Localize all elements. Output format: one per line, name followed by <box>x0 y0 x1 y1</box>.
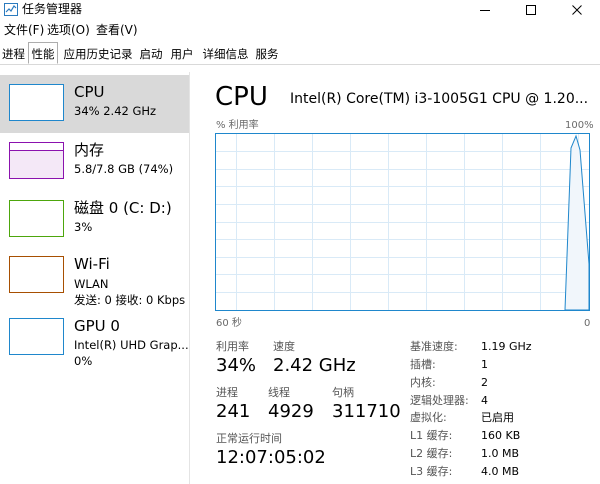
minimize-button[interactable] <box>462 0 508 20</box>
close-icon <box>572 5 582 15</box>
tab-performance[interactable]: 性能 <box>28 42 58 64</box>
sidebar-item-memory[interactable]: 内存 5.8/7.8 GB (74%) <box>0 133 189 191</box>
sidebar-item-wifi[interactable]: Wi-Fi WLAN 发送: 0 接收: 0 Kbps <box>0 247 189 307</box>
page-title: CPU <box>215 82 268 112</box>
sidebar-item-detail: 5.8/7.8 GB (74%) <box>74 162 174 176</box>
memory-thumbnail-graph <box>9 142 64 179</box>
gpu-thumbnail-graph <box>9 318 64 355</box>
handles-value: 311710 <box>332 401 401 422</box>
speed-value: 2.42 GHz <box>273 355 356 376</box>
utilization-label: 利用率 <box>216 340 249 353</box>
cpu-thumbnail-graph <box>9 84 64 121</box>
spec-label-sockets: 插槽: <box>410 358 436 371</box>
tab-users[interactable]: 用户 <box>168 45 196 63</box>
menu-file[interactable]: 文件(F) <box>4 22 44 38</box>
spec-value-cores: 2 <box>481 376 488 389</box>
graph-y-label: % 利用率 <box>216 120 259 131</box>
menu-bar: 文件(F) 选项(O) 查看(V) <box>0 20 600 40</box>
uptime-value: 12:07:05:02 <box>216 447 326 468</box>
cpu-utilization-graph <box>215 133 590 311</box>
handles-label: 句柄 <box>332 386 354 399</box>
spec-value-base-speed: 1.19 GHz <box>481 340 532 353</box>
sidebar-item-detail: 34% 2.42 GHz <box>74 104 157 118</box>
window-title: 任务管理器 <box>22 2 83 16</box>
close-button[interactable] <box>554 0 600 20</box>
spec-label-l1-cache: L1 缓存: <box>410 429 453 442</box>
sidebar-item-detail: 3% <box>74 220 93 234</box>
tab-details[interactable]: 详细信息 <box>200 45 251 63</box>
resource-sidebar: CPU 34% 2.42 GHz 内存 5.8/7.8 GB (74%) 磁盘 … <box>0 72 190 484</box>
cpu-graph-svg <box>216 134 590 311</box>
spec-label-base-speed: 基准速度: <box>410 340 458 353</box>
spec-label-cores: 内核: <box>410 376 436 389</box>
sidebar-item-name: 磁盘 0 (C: D:) <box>74 199 172 217</box>
threads-label: 线程 <box>268 386 290 399</box>
graph-x-left-label: 60 秒 <box>216 318 242 329</box>
sidebar-item-name: GPU 0 <box>74 317 120 335</box>
maximize-button[interactable] <box>508 0 554 20</box>
tab-app-history[interactable]: 应用历史记录 <box>61 45 135 63</box>
spec-value-l2-cache: 1.0 MB <box>481 447 520 460</box>
sidebar-item-detail-2: 发送: 0 接收: 0 Kbps <box>74 293 186 307</box>
spec-value-l1-cache: 160 KB <box>481 429 521 442</box>
minimize-icon <box>480 10 490 11</box>
tab-services[interactable]: 服务 <box>253 45 281 63</box>
processes-value: 241 <box>216 401 251 422</box>
tab-startup[interactable]: 启动 <box>137 45 165 63</box>
tab-processes[interactable]: 进程 <box>0 45 27 63</box>
disk-thumbnail-graph <box>9 200 64 237</box>
spec-value-sockets: 1 <box>481 358 488 371</box>
spec-label-l2-cache: L2 缓存: <box>410 447 453 460</box>
sidebar-item-gpu[interactable]: GPU 0 Intel(R) UHD Grap... 0% <box>0 309 189 368</box>
menu-view[interactable]: 查看(V) <box>96 22 138 38</box>
graph-grid <box>216 134 589 310</box>
graph-x-right-label: 0 <box>584 318 591 329</box>
memory-thumbnail-fill <box>10 150 63 178</box>
title-bar: 任务管理器 <box>0 0 600 20</box>
threads-value: 4929 <box>268 401 314 422</box>
uptime-label: 正常运行时间 <box>216 432 282 445</box>
spec-label-logical-processors: 逻辑处理器: <box>410 394 469 407</box>
sidebar-item-detail: Intel(R) UHD Grap... <box>74 338 189 352</box>
sidebar-item-name: Wi-Fi <box>74 255 110 273</box>
utilization-value: 34% <box>216 355 257 376</box>
spec-label-virtualization: 虚拟化: <box>410 411 447 424</box>
sidebar-item-cpu[interactable]: CPU 34% 2.42 GHz <box>0 75 189 133</box>
task-manager-icon <box>4 3 18 16</box>
spec-value-virtualization: 已启用 <box>481 411 514 424</box>
spec-label-l3-cache: L3 缓存: <box>410 465 453 478</box>
graph-y-max-label: 100% <box>565 120 594 131</box>
speed-label: 速度 <box>273 340 295 353</box>
sidebar-item-disk[interactable]: 磁盘 0 (C: D:) 3% <box>0 191 189 249</box>
sidebar-item-detail-2: 0% <box>74 354 93 368</box>
menu-options[interactable]: 选项(O) <box>47 22 90 38</box>
cpu-model: Intel(R) Core(TM) i3-1005G1 CPU @ 1.20..… <box>290 91 589 107</box>
wifi-thumbnail-graph <box>9 256 64 293</box>
spec-value-logical-processors: 4 <box>481 394 488 407</box>
processes-label: 进程 <box>216 386 238 399</box>
sidebar-item-name: CPU <box>74 83 105 101</box>
maximize-icon <box>526 5 536 15</box>
cpu-usage-area <box>564 134 590 311</box>
sidebar-item-detail: WLAN <box>74 277 109 291</box>
sidebar-item-name: 内存 <box>74 141 105 159</box>
tab-bar: 进程 性能 应用历史记录 启动 用户 详细信息 服务 <box>0 40 600 65</box>
spec-value-l3-cache: 4.0 MB <box>481 465 520 478</box>
